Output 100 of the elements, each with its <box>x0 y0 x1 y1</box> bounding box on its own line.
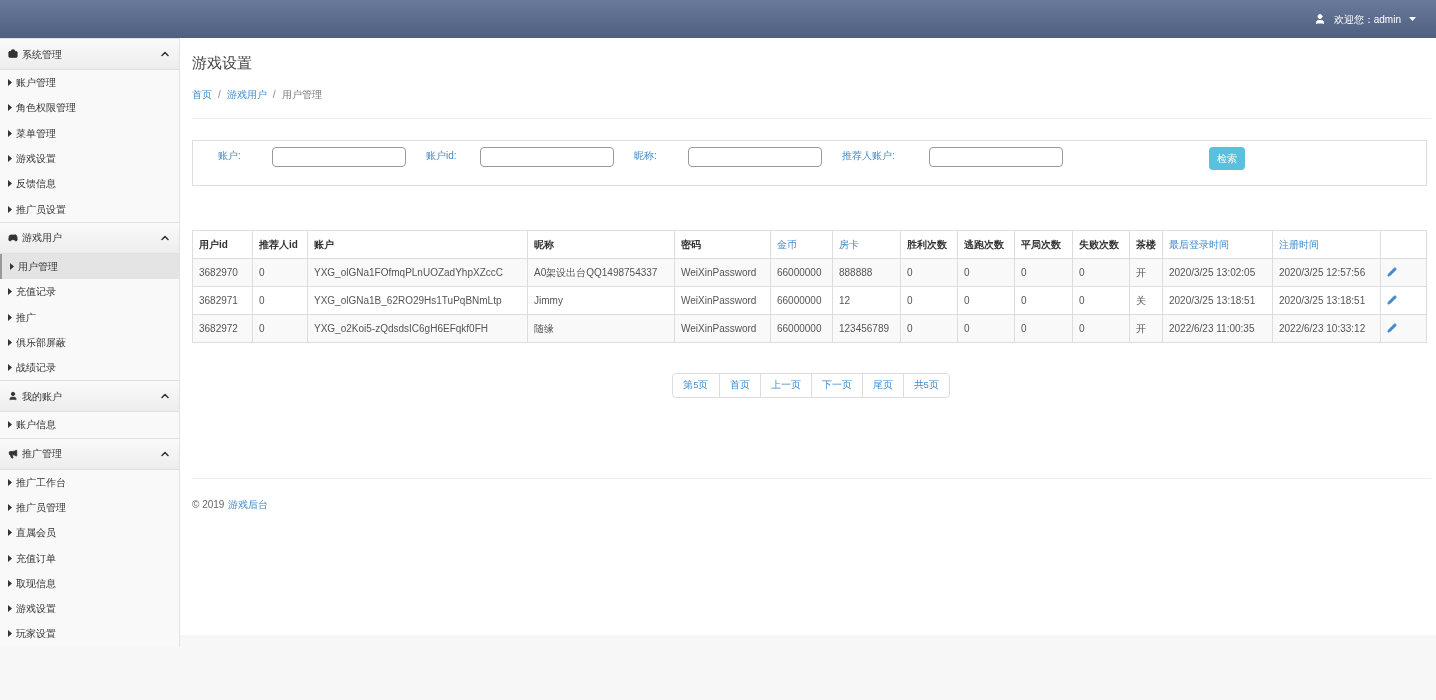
pencil-icon <box>1387 323 1397 333</box>
pagination-link[interactable]: 上一页 <box>759 372 812 398</box>
table-cell: 2022/6/23 11:00:35 <box>1162 314 1273 342</box>
table-cell: 66000000 <box>770 258 833 286</box>
table-cell: 2020/3/25 13:18:51 <box>1162 286 1273 314</box>
caret-right-icon <box>8 364 12 372</box>
caret-right-icon <box>8 155 12 163</box>
table-cell: WeiXinPassword <box>674 314 771 342</box>
pagination-link[interactable]: 第5页 <box>672 372 720 398</box>
table-cell: 66000000 <box>770 314 833 342</box>
sidebar-group-header[interactable]: 推广管理 <box>0 437 179 470</box>
sidebar-item[interactable]: 充值订单 <box>0 545 179 571</box>
search-field[interactable] <box>480 146 614 167</box>
caret-right-icon <box>8 421 12 429</box>
sidebar-item[interactable]: 账户信息 <box>0 412 179 438</box>
table-cell: 3682972 <box>192 314 253 342</box>
sidebar-item[interactable]: 反馈信息 <box>0 171 179 197</box>
search-field[interactable] <box>272 146 406 167</box>
sortable-column-header[interactable]: 金币 <box>770 230 833 258</box>
table-cell: 0 <box>900 286 958 314</box>
sidebar-item[interactable]: 账户管理 <box>0 70 179 96</box>
caret-right-icon <box>8 579 12 587</box>
table-cell: 0 <box>252 314 308 342</box>
sidebar-item[interactable]: 俱乐部屏蔽 <box>0 329 179 355</box>
field-label: 推荐人账户: <box>842 148 896 163</box>
edit-button[interactable] <box>1387 323 1397 333</box>
table-cell: WeiXinPassword <box>674 286 771 314</box>
sidebar-item[interactable]: 推广 <box>0 304 179 330</box>
table-cell: WeiXinPassword <box>674 258 771 286</box>
edit-button[interactable] <box>1387 267 1397 277</box>
table-cell: Jimmy <box>527 286 675 314</box>
table-cell: 888888 <box>832 258 901 286</box>
caret-right-icon <box>8 313 12 321</box>
table-cell: 0 <box>252 258 308 286</box>
caret-right-icon <box>8 630 12 638</box>
sidebar-item[interactable]: 玩家设置 <box>0 621 179 647</box>
table-cell: 0 <box>1072 258 1130 286</box>
pagination-link[interactable]: 尾页 <box>861 372 904 398</box>
pagination-link[interactable]: 共5页 <box>902 372 950 398</box>
breadcrumb-current: 用户管理 <box>281 87 322 102</box>
sidebar-item[interactable]: 游戏设置 <box>0 145 179 172</box>
table-cell: 2022/6/23 10:33:12 <box>1272 314 1381 342</box>
pencil-icon <box>1387 295 1397 305</box>
caret-right-icon <box>8 478 12 486</box>
caret-right-icon <box>8 180 12 188</box>
sidebar-item[interactable]: 角色权限管理 <box>0 95 179 121</box>
sidebar-group-header[interactable]: 系统管理 <box>0 38 179 70</box>
sidebar-item[interactable]: 推广工作台 <box>0 469 179 495</box>
sidebar-item[interactable]: 用户管理 <box>0 253 179 280</box>
table-cell: A0架设出台QQ1498754337 <box>527 258 675 286</box>
table-cell: 开 <box>1129 314 1163 342</box>
table-cell: 0 <box>957 314 1015 342</box>
caret-right-icon <box>8 79 12 87</box>
caret-right-icon <box>8 104 12 112</box>
sidebar-item[interactable]: 充值记录 <box>0 279 179 305</box>
sortable-column-header[interactable]: 最后登录时间 <box>1162 230 1273 258</box>
table-cell: 66000000 <box>770 286 833 314</box>
sidebar-group-header[interactable]: 游戏用户 <box>0 221 179 254</box>
user-menu[interactable]: 欢迎您：admin <box>1313 11 1416 27</box>
caret-right-icon <box>8 554 12 562</box>
sidebar-item[interactable]: 推广员设置 <box>0 196 179 222</box>
sidebar-item[interactable]: 菜单管理 <box>0 120 179 146</box>
sidebar-item[interactable]: 战绩记录 <box>0 354 179 381</box>
user-icon <box>1313 13 1326 25</box>
column-header: 茶楼 <box>1129 230 1163 258</box>
caret-right-icon <box>8 338 12 346</box>
sidebar-item[interactable]: 直属会员 <box>0 520 179 546</box>
pagination-link[interactable]: 首页 <box>718 372 761 398</box>
table-cell: YXG_olGNa1B_62RO29Hs1TuPqBNmLtp <box>307 286 528 314</box>
pagination-link[interactable]: 下一页 <box>810 372 863 398</box>
column-header: 密码 <box>674 230 771 258</box>
sortable-column-header[interactable]: 注册时间 <box>1272 230 1381 258</box>
caret-right-icon <box>8 288 12 296</box>
sortable-column-header[interactable]: 房卡 <box>832 230 901 258</box>
column-header: 账户 <box>307 230 528 258</box>
footer-link[interactable]: 游戏后台 <box>228 496 269 512</box>
field-label: 账户id: <box>426 148 458 163</box>
sidebar-group-header[interactable]: 我的账户 <box>0 380 179 413</box>
breadcrumb-link[interactable]: 游戏用户 <box>226 86 267 102</box>
copyright-text: © 2019 <box>192 497 225 512</box>
caret-down-icon <box>1409 17 1416 21</box>
table-cell: 0 <box>1014 286 1073 314</box>
column-header: 胜利次数 <box>900 230 958 258</box>
field-label: 昵称: <box>634 148 658 163</box>
search-field[interactable] <box>929 146 1063 167</box>
sidebar-item[interactable]: 取现信息 <box>0 570 179 597</box>
table-cell: 开 <box>1129 258 1163 286</box>
breadcrumb-link[interactable]: 首页 <box>192 86 212 102</box>
table-cell: 0 <box>1072 314 1130 342</box>
column-header: 推荐人id <box>252 230 308 258</box>
table-cell: 3682971 <box>192 286 253 314</box>
caret-right-icon <box>8 529 12 537</box>
sidebar-item[interactable]: 推广员管理 <box>0 494 179 521</box>
column-header: 失败次数 <box>1072 230 1130 258</box>
search-field[interactable] <box>688 146 822 167</box>
sidebar-item[interactable]: 游戏设置 <box>0 596 179 622</box>
column-header: 逃跑次数 <box>957 230 1015 258</box>
table-cell: 0 <box>1072 286 1130 314</box>
caret-right-icon <box>8 205 12 213</box>
edit-button[interactable] <box>1387 295 1397 305</box>
